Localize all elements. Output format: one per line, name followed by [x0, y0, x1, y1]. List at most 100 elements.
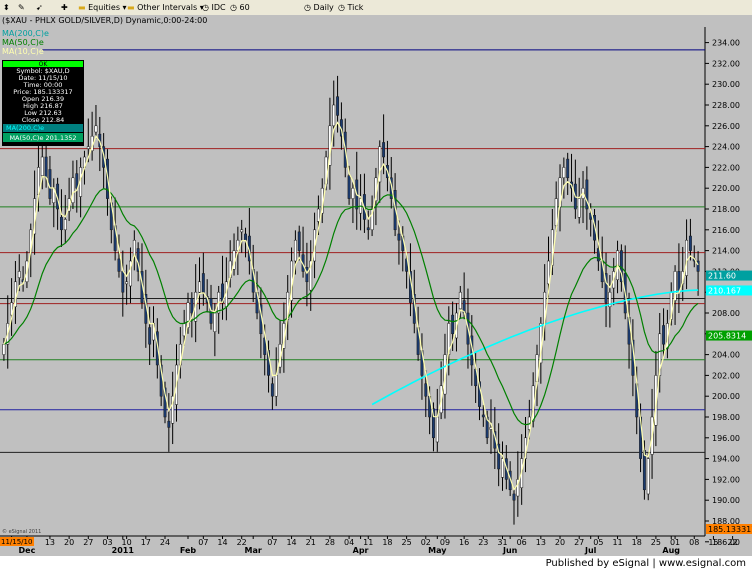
- legend-ma200: MA(200,C)e: [2, 29, 49, 38]
- candle-up: [40, 156, 44, 176]
- x-tick-label: Aug: [662, 546, 680, 555]
- candle-down: [642, 450, 646, 491]
- candle-up: [646, 458, 650, 495]
- x-tick-label: 28: [325, 538, 335, 547]
- y-tick-label: 190.00: [712, 496, 740, 505]
- footer-text: Published by eSignal | www.esignal.com: [545, 558, 746, 569]
- candle-down: [424, 383, 428, 397]
- candle-up: [501, 458, 504, 478]
- candle-down: [382, 142, 386, 158]
- candle-down: [336, 96, 340, 116]
- equities-menu[interactable]: ▬ Equities ▾: [78, 1, 127, 14]
- symbol-icon[interactable]: ⬍: [3, 1, 10, 14]
- legend-ma50: MA(50,C)e: [2, 38, 44, 47]
- cursor-data-window: OK Symbol: $XAU,D Date: 11/15/10 Time: 0…: [2, 60, 84, 146]
- x-tick-label: 09: [440, 538, 450, 547]
- candle-down: [167, 420, 171, 428]
- x-tick-label: 27: [574, 538, 584, 547]
- x-tick-label: 27: [83, 538, 93, 547]
- candle-up: [274, 375, 278, 397]
- footer: Published by eSignal | www.esignal.com: [0, 556, 752, 572]
- cursor-icon[interactable]: ➹: [36, 1, 43, 14]
- x-tick-label: 18: [382, 538, 392, 547]
- clock-icon: ◷: [230, 3, 237, 12]
- candle-down: [117, 258, 121, 272]
- chart-title-bar: ($XAU - PHLX GOLD/SILVER,D) Dynamic,0:00…: [0, 15, 752, 27]
- interval-daily-label: Daily: [313, 3, 334, 12]
- candle-down: [297, 231, 301, 251]
- candle-down: [585, 179, 589, 210]
- candle-down: [201, 273, 205, 293]
- y-tick-label: 208.00: [712, 309, 740, 318]
- price-tag: 210.167: [708, 286, 741, 295]
- x-tick-label: Feb: [180, 546, 197, 555]
- candle-up: [198, 281, 201, 293]
- candle-up: [332, 104, 336, 127]
- candle-up: [316, 208, 320, 222]
- candle-up: [2, 343, 6, 355]
- y-tick-label: 222.00: [712, 163, 740, 172]
- interval-60-button[interactable]: ◷ 60: [230, 1, 250, 14]
- crosshair-icon[interactable]: ✚: [61, 1, 68, 14]
- candle-down: [347, 175, 351, 199]
- toolbar: ⬍ ✎ ➹ ✚ ▬ Equities ▾ ▬ Other Intervals ▾…: [0, 0, 752, 16]
- x-tick-label: 11: [612, 538, 622, 547]
- price-chart[interactable]: 186.00188.00190.00192.00194.00196.00198.…: [0, 27, 752, 556]
- indicator-legend: MA(200,C)e MA(50,C)e MA(10,C)e: [0, 27, 49, 57]
- draw-icon[interactable]: ✎: [18, 1, 25, 14]
- candle-down: [397, 233, 401, 241]
- x-tick-label: 10: [122, 538, 132, 547]
- legend-ma10: MA(10,C)e: [2, 47, 44, 56]
- candle-up: [125, 281, 129, 285]
- candle-up: [63, 219, 67, 231]
- y-tick-label: 196.00: [712, 434, 740, 443]
- candle-down: [121, 271, 125, 293]
- y-tick-label: 234.00: [712, 39, 740, 48]
- y-tick-label: 202.00: [712, 371, 740, 380]
- x-tick-label: May: [428, 546, 447, 555]
- candle-down: [688, 235, 692, 251]
- x-tick-label: 20: [64, 538, 74, 547]
- candle-up: [182, 323, 186, 337]
- y-tick-label: 232.00: [712, 59, 740, 68]
- interval-60-label: 60: [239, 3, 250, 12]
- candle-up: [351, 187, 355, 199]
- interval-daily-button[interactable]: ◷ Daily: [304, 1, 334, 14]
- interval-tick-button[interactable]: ◷ Tick: [338, 1, 363, 14]
- y-tick-label: 220.00: [712, 184, 740, 193]
- x-tick-label: 14: [286, 538, 296, 547]
- y-tick-label: 198.00: [712, 413, 740, 422]
- idc-button[interactable]: ◷ IDC: [202, 1, 226, 14]
- cursor-row-ma50: MA(50,C)e 201.1352: [9, 134, 76, 142]
- candle-up: [240, 229, 244, 233]
- y-tick-label: 214.00: [712, 247, 740, 256]
- candle-up: [562, 167, 566, 179]
- candle-down: [566, 158, 570, 179]
- x-tick-label: 17: [141, 538, 151, 547]
- candle-up: [577, 198, 581, 218]
- equities-label: Equities: [88, 3, 120, 12]
- candle-down: [305, 266, 309, 283]
- y-tick-label: 228.00: [712, 101, 740, 110]
- y-tick-label: 218.00: [712, 205, 740, 214]
- chart-title: ($XAU - PHLX GOLD/SILVER,D) Dynamic,0:00…: [2, 16, 208, 25]
- cursor-row-close: Close 212.84: [22, 116, 65, 124]
- x-tick-label: 25: [402, 538, 412, 547]
- x-tick-label: Mar: [245, 546, 262, 555]
- candle-up: [86, 146, 90, 149]
- x-tick-label: 22: [728, 538, 738, 547]
- x-tick-label: 13: [536, 538, 546, 547]
- other-intervals-menu[interactable]: ▬ Other Intervals ▾: [127, 1, 204, 14]
- copyright-text: © eSignal 2011: [2, 528, 41, 535]
- candle-down: [366, 227, 370, 231]
- candle-up: [213, 312, 217, 332]
- y-tick-label: 230.00: [712, 80, 740, 89]
- x-tick-label: Jun: [502, 546, 518, 555]
- x-tick-label: Jul: [584, 546, 597, 555]
- candle-down: [148, 327, 152, 345]
- y-tick-label: 226.00: [712, 122, 740, 131]
- price-tag: 205.8314: [708, 332, 746, 341]
- candle-down: [596, 248, 600, 262]
- cursor-row-ma200: MA(200,C)e: [6, 124, 44, 132]
- y-tick-label: 204.00: [712, 351, 740, 360]
